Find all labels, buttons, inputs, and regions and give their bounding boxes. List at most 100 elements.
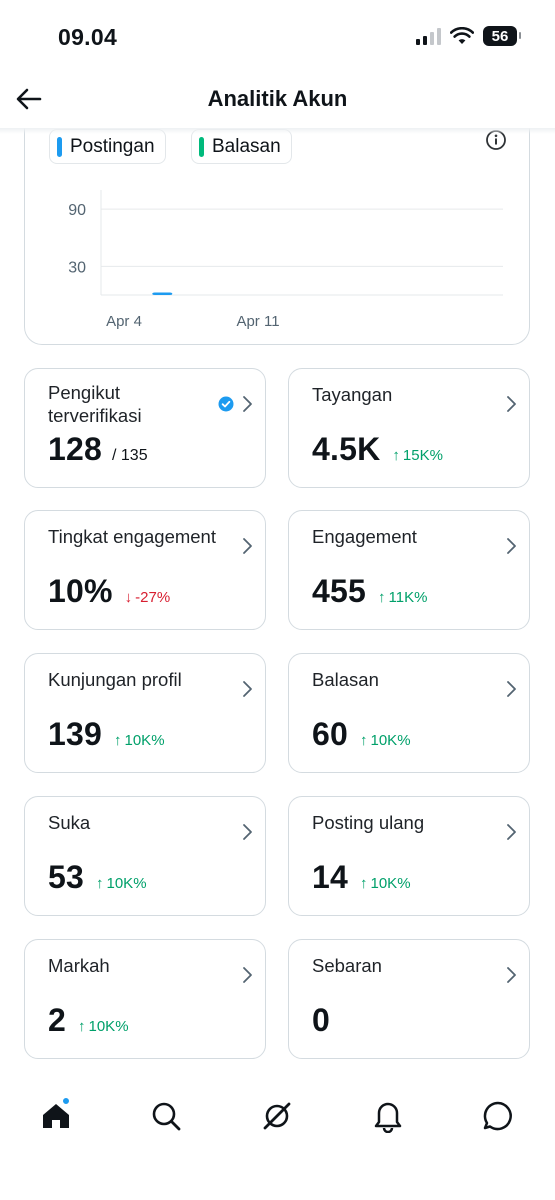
- bar-postingan: [152, 292, 173, 295]
- stat-change: ↑ 10K%: [360, 875, 411, 892]
- tab-bar: [0, 1080, 555, 1152]
- stat-label: Posting ulang: [312, 812, 425, 833]
- stat-label: Sebaran: [312, 955, 382, 976]
- chevron-right-icon: [243, 967, 252, 983]
- status-bar: 09.04 56: [0, 0, 555, 72]
- message-icon: [483, 1101, 512, 1131]
- stat-value: 139: [48, 716, 102, 752]
- stat-value: 455: [312, 573, 366, 609]
- stat-value-row: 60 ↑ 10K%: [312, 716, 411, 753]
- stat-value-row: 53 ↑ 10K%: [48, 859, 147, 896]
- stat-value: 60: [312, 716, 348, 752]
- stat-label: Tayangan: [312, 384, 393, 405]
- notification-dot: [62, 1097, 70, 1105]
- legend-balasan[interactable]: Balasan: [191, 129, 292, 164]
- tab-search[interactable]: [136, 1080, 196, 1152]
- scroll-fade: [0, 128, 555, 134]
- arrow-up-icon: ↑: [96, 875, 104, 892]
- stat-change-value: 11K%: [388, 589, 428, 606]
- chevron-right-icon: [243, 396, 252, 412]
- y-tick-label: 30: [68, 259, 86, 276]
- stat-card[interactable]: Kunjungan profil 139 ↑ 10K%: [24, 653, 266, 773]
- chevron-right-icon: [243, 824, 252, 840]
- chevron-right-icon: [507, 681, 516, 697]
- stat-label: Kunjungan profil: [48, 669, 182, 690]
- stat-total: / 135: [112, 447, 148, 464]
- verified-badge-icon: [218, 396, 234, 412]
- legend-swatch-postingan: [57, 136, 62, 157]
- legend-swatch-balasan: [199, 136, 204, 157]
- tab-grok[interactable]: [247, 1080, 307, 1152]
- grok-icon: [263, 1102, 291, 1130]
- arrow-up-icon: ↑: [78, 1018, 86, 1035]
- cellular-signal-icon: [416, 27, 441, 45]
- home-indicator-area: [0, 1150, 555, 1200]
- arrow-down-icon: ↓: [124, 589, 133, 606]
- stat-value: 14: [312, 859, 348, 895]
- stat-card[interactable]: Tingkat engagement 10% ↓ -27%: [24, 510, 266, 630]
- chevron-right-icon: [243, 538, 252, 554]
- stat-value: 4.5K: [312, 431, 381, 467]
- stat-label: Balasan: [312, 669, 379, 690]
- stat-value-row: 4.5K ↑ 15K%: [312, 431, 443, 468]
- stat-change-value: 15K%: [402, 447, 443, 464]
- stat-change: ↓ -27%: [125, 589, 171, 606]
- stat-value: 2: [48, 1002, 66, 1038]
- arrow-up-icon: ↑: [114, 732, 122, 749]
- stat-value-row: 2 ↑ 10K%: [48, 1002, 129, 1039]
- stat-label: Markah: [48, 955, 110, 976]
- stat-label: Suka: [48, 812, 91, 833]
- stat-card[interactable]: Markah 2 ↑ 10K%: [24, 939, 266, 1059]
- stat-change: ↑ 10K%: [78, 1018, 129, 1035]
- stat-card[interactable]: Suka 53 ↑ 10K%: [24, 796, 266, 916]
- stat-value-row: 455 ↑ 11K%: [312, 573, 427, 610]
- stat-value: 0: [312, 1002, 330, 1038]
- stat-change-value: 10K%: [370, 875, 411, 892]
- bar-chart: 9030Apr 4Apr 11Apr 30: [68, 190, 503, 330]
- legend-label-postingan: Postingan: [70, 135, 155, 157]
- tab-notifications[interactable]: [358, 1080, 418, 1152]
- stat-card[interactable]: Sebaran 0: [288, 939, 530, 1059]
- y-tick-label: 90: [68, 202, 86, 219]
- stat-card[interactable]: Posting ulang 14 ↑ 10K%: [288, 796, 530, 916]
- status-icons: 56: [416, 26, 521, 46]
- tab-messages[interactable]: [468, 1080, 528, 1152]
- stat-card[interactable]: Engagement 455 ↑ 11K%: [288, 510, 530, 630]
- header: Analitik Akun: [0, 72, 555, 128]
- stat-label: Engagement: [312, 526, 417, 547]
- stat-change: ↑ 11K%: [378, 589, 427, 606]
- bell-icon: [374, 1102, 402, 1133]
- tab-home[interactable]: [26, 1080, 86, 1152]
- chevron-right-icon: [507, 396, 516, 412]
- legend-label-balasan: Balasan: [212, 135, 281, 157]
- stat-value-row: 139 ↑ 10K%: [48, 716, 165, 753]
- stat-value: 128: [48, 431, 102, 467]
- stat-value-row: 0: [312, 1002, 330, 1039]
- arrow-up-icon: ↑: [378, 589, 386, 606]
- stat-value-row: 10% ↓ -27%: [48, 573, 170, 610]
- stat-change-value: 10K%: [370, 732, 411, 749]
- stat-label: Tingkat engagement: [48, 526, 216, 547]
- chart-card: Postingan Balasan 9030Apr 4Apr 11Apr 30: [24, 128, 530, 345]
- stat-change: ↑ 10K%: [96, 875, 147, 892]
- x-tick-label: Apr 4: [106, 313, 142, 330]
- stat-change-value: 10K%: [106, 875, 147, 892]
- search-icon: [152, 1102, 181, 1131]
- stat-card[interactable]: Balasan 60 ↑ 10K%: [288, 653, 530, 773]
- page-title: Analitik Akun: [207, 86, 348, 111]
- stat-label: Pengikut terverifikasi: [48, 382, 142, 426]
- stat-card[interactable]: Tayangan 4.5K ↑ 15K%: [288, 368, 530, 488]
- status-time: 09.04: [58, 24, 118, 50]
- stat-value-row: 14 ↑ 10K%: [312, 859, 411, 896]
- arrow-up-icon: ↑: [360, 732, 368, 749]
- wifi-icon: [450, 27, 474, 44]
- stat-change: ↑ 15K%: [392, 447, 443, 464]
- x-tick-label: Apr 11: [236, 313, 279, 330]
- chevron-right-icon: [507, 538, 516, 554]
- stat-card[interactable]: Pengikut terverifikasi 128 / 135: [24, 368, 266, 488]
- arrow-up-icon: ↑: [392, 447, 400, 464]
- legend-postingan[interactable]: Postingan: [49, 129, 166, 164]
- stat-value-row: 128 / 135: [48, 431, 148, 468]
- arrow-up-icon: ↑: [360, 875, 368, 892]
- stat-change: ↑ 10K%: [360, 732, 411, 749]
